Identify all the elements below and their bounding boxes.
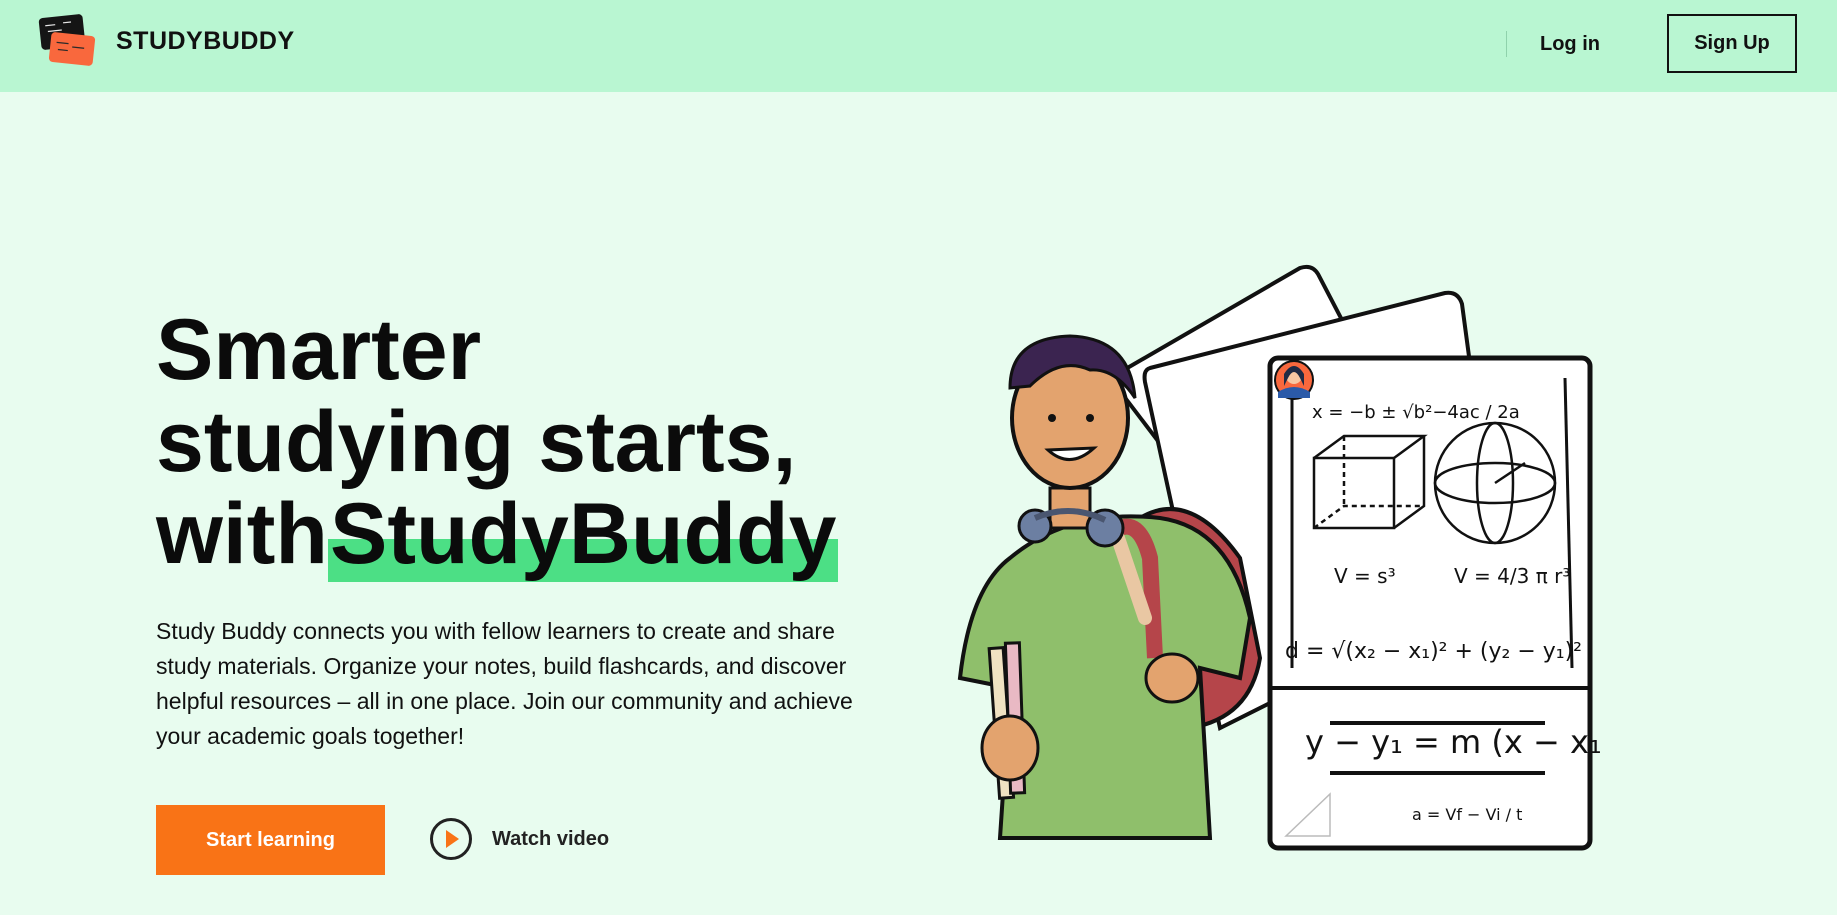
- distance-formula: d = √(x₂ − x₁)² + (y₂ − y₁)²: [1285, 639, 1582, 664]
- brand-name: STUDYBUDDY: [116, 26, 295, 55]
- login-button[interactable]: Log in: [1540, 26, 1600, 62]
- formula-card: x = −b ± √b²−4ac / 2a V = s³ V = 4/3 π r…: [1267, 355, 1614, 851]
- cube-volume-formula: V = s³: [1334, 564, 1396, 588]
- point-slope-formula: y − y₁ = m (x − x₁): [1305, 723, 1600, 761]
- start-learning-button[interactable]: Start learning: [156, 805, 385, 875]
- watch-video-label: Watch video: [492, 827, 610, 850]
- quadratic-formula: x = −b ± √b²−4ac / 2a: [1312, 402, 1520, 423]
- acceleration-formula: a = Vf − Vi / t: [1412, 805, 1522, 824]
- hero-title-line-1: Smarter: [156, 302, 482, 398]
- hero-title: Smarter studying starts, withStudyBuddy: [156, 302, 916, 582]
- watch-video-button[interactable]: Watch video: [430, 818, 609, 860]
- sphere-volume-formula: V = 4/3 π r³: [1454, 564, 1570, 588]
- play-icon[interactable]: [430, 818, 472, 860]
- hero-description: Study Buddy connects you with fellow lea…: [156, 618, 853, 749]
- brand[interactable]: STUDYBUDDY: [38, 14, 295, 68]
- hero-illustration: x = −b ± √b²−4ac / 2a V = s³ V = 4/3 π r…: [940, 258, 1614, 858]
- logo-icon: [38, 14, 96, 68]
- site-header: STUDYBUDDY Log in Sign Up: [0, 0, 1837, 92]
- nav-divider: [1506, 31, 1507, 57]
- hero-title-line-2: studying starts,: [156, 394, 797, 490]
- signup-button[interactable]: Sign Up: [1667, 14, 1797, 73]
- hero-title-highlight: StudyBuddy: [327, 486, 839, 582]
- hero-title-line-3: withStudyBuddy: [156, 486, 916, 582]
- hero-title-with: with: [156, 486, 328, 582]
